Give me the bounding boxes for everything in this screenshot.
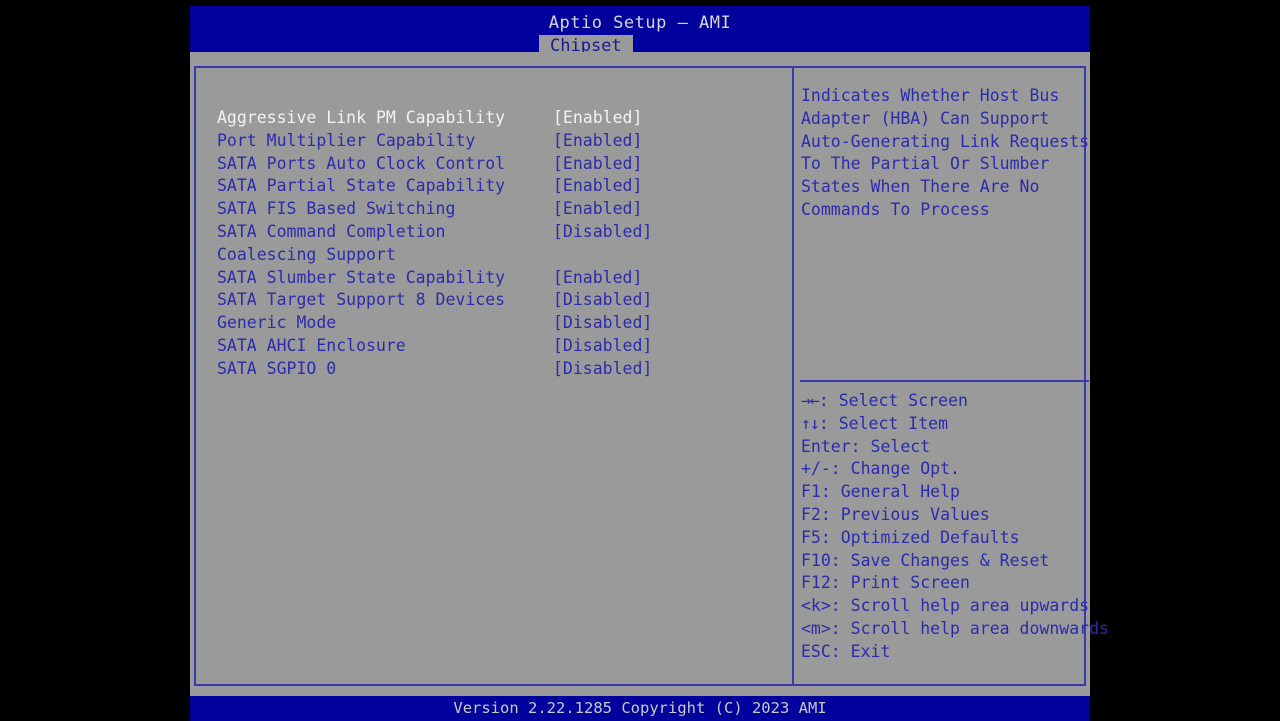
setting-value[interactable]: [Disabled] bbox=[553, 290, 652, 309]
key-legend-row: <m>: Scroll help area downwards bbox=[801, 618, 1109, 641]
key-legend-row: F10: Save Changes & Reset bbox=[801, 550, 1091, 573]
key-legend-row: F12: Print Screen bbox=[801, 572, 1091, 595]
key-legend-text: F2: Previous Values bbox=[801, 504, 990, 524]
bios-window: Aptio Setup – AMI Chipset Aggressive Lin… bbox=[190, 6, 1109, 721]
setting-value[interactable]: [Enabled] bbox=[553, 268, 642, 287]
setting-label: Aggressive Link PM Capability bbox=[217, 108, 506, 127]
setting-row[interactable]: SATA AHCI Enclosure [Disabled] bbox=[217, 336, 777, 359]
key-legend-text: : Select Item bbox=[818, 413, 949, 433]
help-description: Indicates Whether Host Bus Adapter (HBA)… bbox=[801, 86, 1090, 219]
settings-list: Aggressive Link PM Capability [Enabled] Po… bbox=[217, 108, 777, 382]
key-legend-text: Enter: Select bbox=[801, 436, 931, 456]
key-legend-text: +/-: Change Opt. bbox=[801, 459, 960, 479]
setting-row[interactable]: Port Multiplier Capability [Enabled] bbox=[217, 131, 777, 154]
title-bar: Aptio Setup – AMI Chipset bbox=[190, 6, 1090, 58]
setting-label: SATA Target Support 8 Devices bbox=[217, 290, 506, 310]
content-frame: Aggressive Link PM Capability [Enabled] Po… bbox=[194, 66, 1109, 686]
key-legend-text: F12: Print Screen bbox=[801, 573, 970, 593]
setting-row[interactable]: SATA Command Completion [Disabled] bbox=[217, 222, 777, 245]
panel-divider bbox=[792, 68, 794, 684]
setting-value[interactable]: [Enabled] bbox=[553, 131, 642, 150]
setting-row[interactable]: SATA Partial State Capability [Enabled] bbox=[217, 176, 777, 199]
arrow-keys-icon: →← bbox=[801, 391, 820, 410]
setting-row[interactable]: SATA FIS Based Switching [Enabled] bbox=[217, 199, 777, 222]
key-legend-text: F1: General Help bbox=[801, 482, 960, 502]
setting-label: SATA Partial State Capability bbox=[217, 176, 506, 196]
page-title: Aptio Setup – AMI bbox=[548, 13, 732, 33]
setting-value[interactable]: [Enabled] bbox=[553, 176, 642, 195]
key-legend-text: ESC: Exit bbox=[801, 641, 891, 661]
help-separator bbox=[800, 380, 1089, 382]
key-legend-row: <k>: Scroll help area upwards bbox=[801, 595, 1091, 618]
setting-label: SATA FIS Based Switching bbox=[217, 199, 456, 219]
setting-label: Generic Mode bbox=[217, 313, 337, 333]
key-legend-text: <k>: Scroll help area upwards bbox=[801, 596, 1090, 616]
arrow-keys-icon: ↑↓ bbox=[801, 413, 820, 433]
setting-value[interactable]: [Enabled] bbox=[553, 199, 642, 218]
setting-row[interactable]: Coalescing Support bbox=[217, 245, 777, 268]
setting-row[interactable]: Aggressive Link PM Capability [Enabled] bbox=[217, 108, 777, 131]
key-legend-text: F10: Save Changes & Reset bbox=[801, 550, 1050, 570]
key-legend-row: F2: Previous Values bbox=[801, 504, 1091, 527]
footer-bar: Version 2.22.1285 Copyright (C) 2023 AMI bbox=[190, 696, 1090, 721]
setting-label: SATA Ports Auto Clock Control bbox=[217, 153, 506, 173]
key-legend: →←: Select Screen ↑↓: Select Item Enter: S… bbox=[801, 390, 1109, 664]
setting-row[interactable]: Generic Mode [Disabled] bbox=[217, 313, 777, 336]
key-legend-row: F1: General Help bbox=[801, 481, 1091, 504]
key-legend-row: →←: Select Screen bbox=[801, 390, 1091, 413]
setting-value[interactable]: [Disabled] bbox=[553, 336, 652, 355]
version-label: Version 2.22.1285 Copyright (C) 2023 AMI bbox=[453, 699, 827, 717]
setting-row[interactable]: SATA Target Support 8 Devices [Disabled] bbox=[217, 290, 777, 313]
setting-label: Port Multiplier Capability bbox=[217, 130, 476, 150]
bios-screen: Aptio Setup – AMI Chipset Aggressive Lin… bbox=[0, 0, 1280, 721]
setting-label: Coalescing Support bbox=[217, 244, 396, 264]
key-legend-text: : Select Screen bbox=[818, 391, 968, 410]
setting-label: SATA SGPIO 0 bbox=[217, 358, 337, 378]
help-panel: Indicates Whether Host Bus Adapter (HBA)… bbox=[796, 68, 1109, 684]
key-legend-row: ↑↓: Select Item bbox=[801, 413, 1091, 436]
key-legend-row: Enter: Select bbox=[801, 436, 1091, 459]
setting-value[interactable]: [Disabled] bbox=[553, 313, 652, 332]
key-legend-row: ESC: Exit bbox=[801, 641, 1091, 664]
setting-value[interactable]: [Enabled] bbox=[553, 108, 642, 127]
setting-row[interactable]: SATA Slumber State Capability [Enabled] bbox=[217, 268, 777, 291]
setting-value[interactable]: [Disabled] bbox=[553, 359, 652, 378]
setting-value[interactable]: [Disabled] bbox=[553, 222, 652, 241]
setting-label: SATA Command Completion bbox=[217, 221, 446, 241]
setting-label: SATA AHCI Enclosure bbox=[217, 335, 406, 355]
body-area: Aggressive Link PM Capability [Enabled] Po… bbox=[190, 52, 1109, 696]
key-legend-row: +/-: Change Opt. bbox=[801, 458, 1091, 481]
key-legend-text: <m>: Scroll help area downwards bbox=[801, 618, 1109, 638]
setting-row[interactable]: SATA Ports Auto Clock Control [Enabled] bbox=[217, 154, 777, 177]
key-legend-text: F5: Optimized Defaults bbox=[801, 527, 1020, 547]
key-legend-row: F5: Optimized Defaults bbox=[801, 527, 1091, 550]
setting-row[interactable]: SATA SGPIO 0 [Disabled] bbox=[217, 359, 777, 382]
setting-label: SATA Slumber State Capability bbox=[217, 267, 506, 287]
setting-value[interactable]: [Enabled] bbox=[553, 154, 642, 173]
